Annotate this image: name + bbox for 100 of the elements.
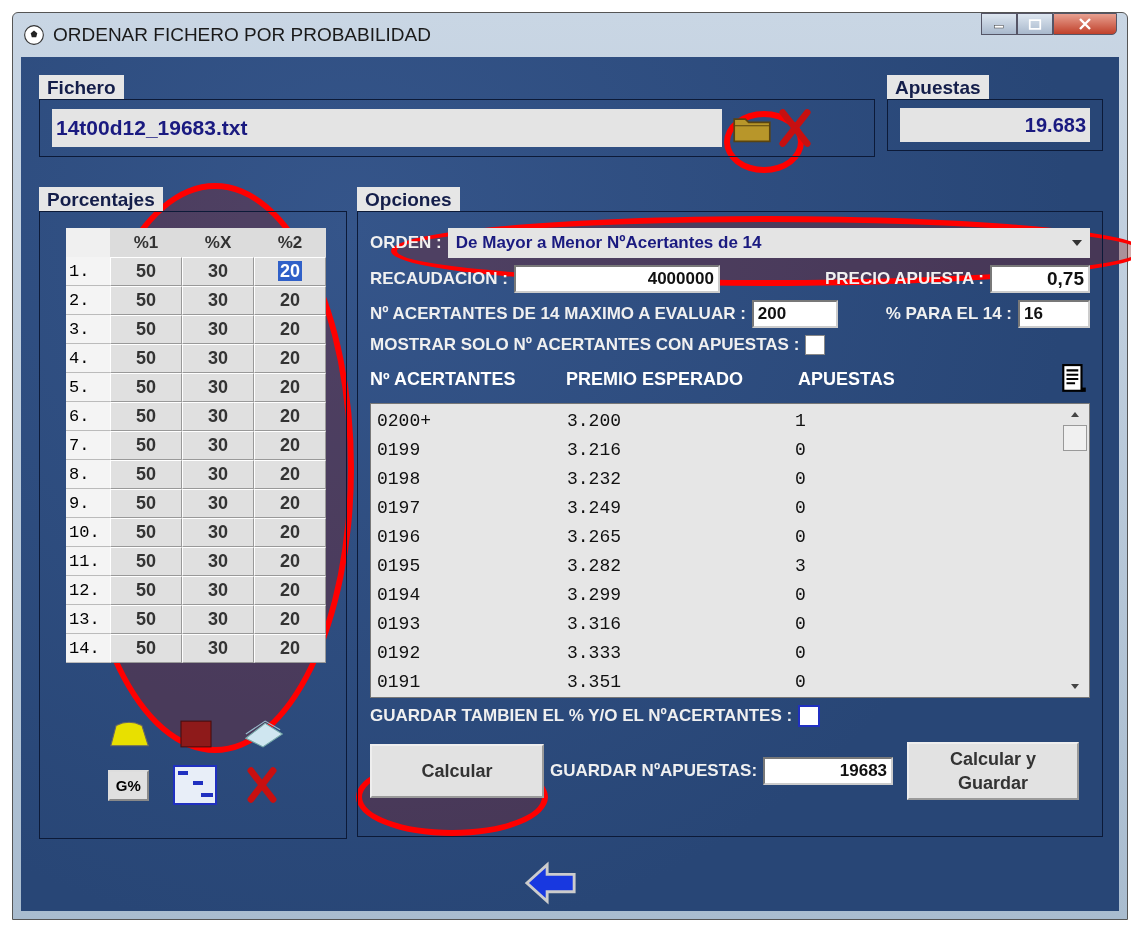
file-field[interactable]: 14t00d12_19683.txt — [52, 109, 722, 147]
table-cell[interactable]: 30 — [182, 547, 254, 576]
list-cell: 0 — [795, 497, 806, 518]
document-icon[interactable] — [1062, 364, 1086, 394]
table-cell[interactable]: 30 — [182, 431, 254, 460]
table-cell[interactable]: 20 — [254, 489, 326, 518]
table-cell[interactable]: 20 — [254, 286, 326, 315]
column-header: %1 — [110, 228, 182, 257]
list-cell: 0 — [795, 526, 806, 547]
field-label: GUARDAR NºAPUESTAS: — [550, 761, 758, 781]
table-cell[interactable]: 20 — [254, 634, 326, 663]
column-header: PREMIO ESPERADO — [566, 368, 745, 390]
bets-count-field: 19.683 — [900, 108, 1090, 142]
g-percent-button[interactable]: G% — [107, 769, 149, 801]
calculate-save-button[interactable]: Calcular y Guardar — [907, 742, 1080, 800]
save-bets-field[interactable]: 19683 — [763, 757, 894, 785]
list-cell: 0 — [795, 468, 806, 489]
list-cell-text: 0195 — [377, 555, 422, 576]
percent-field[interactable]: 16 — [1018, 300, 1090, 328]
table-cell[interactable]: 20 — [254, 431, 326, 460]
table-cell[interactable]: 50 — [110, 518, 182, 547]
group-label: Opciones — [357, 187, 460, 211]
table-cell[interactable]: 50 — [110, 315, 182, 344]
back-arrow-icon[interactable] — [524, 861, 578, 905]
table-cell[interactable]: 50 — [110, 605, 182, 634]
field-label: % PARA EL 14 : — [885, 304, 1012, 324]
column-header: %X — [182, 228, 254, 257]
table-cell[interactable]: 50 — [110, 373, 182, 402]
table-cell[interactable]: 20 — [254, 576, 326, 605]
collection-field[interactable]: 4000000 — [513, 265, 720, 293]
list-cell: 0 — [795, 642, 806, 663]
table-cell[interactable]: 30 — [182, 489, 254, 518]
table-cell[interactable]: 20 — [254, 518, 326, 547]
calculate-button[interactable]: Calcular — [370, 744, 544, 798]
table-cell[interactable]: 30 — [182, 576, 254, 605]
row-number: 9. — [66, 489, 110, 518]
list-cell-text: 0191 — [377, 671, 422, 692]
list-cell-text: 3.249 — [567, 497, 622, 518]
maximize-icon — [1028, 18, 1042, 30]
row-number: 2. — [66, 286, 110, 315]
table-cell[interactable]: 20 — [254, 344, 326, 373]
table-cell[interactable]: 50 — [110, 257, 182, 286]
max-winners-field[interactable]: 200 — [751, 300, 838, 328]
close-button[interactable] — [1053, 13, 1117, 35]
checkbox-label: GUARDAR TAMBIEN EL % Y/O EL NºACERTANTES : — [370, 706, 793, 726]
list-cell: 0 — [795, 671, 806, 692]
field-label: Nº ACERTANTES DE 14 MAXIMO A EVALUAR : — [370, 304, 746, 324]
group-label: Porcentajes — [39, 187, 163, 211]
scroll-down-icon[interactable] — [1071, 684, 1079, 689]
table-cell[interactable]: 30 — [182, 286, 254, 315]
list-cell-text: 3.200 — [567, 410, 622, 431]
list-cell-text: 3.282 — [567, 555, 622, 576]
checkbox[interactable] — [798, 705, 821, 727]
table-cell[interactable]: 30 — [182, 518, 254, 547]
order-dropdown[interactable]: De Mayor a Menor NºAcertantes de 14 — [447, 228, 1090, 258]
table-cell[interactable]: 50 — [110, 489, 182, 518]
close-icon — [1078, 18, 1092, 30]
table-cell[interactable]: 20 — [254, 547, 326, 576]
table-cell[interactable]: 20 — [254, 373, 326, 402]
window-title: ORDENAR FICHERO POR PROBABILIDAD — [53, 24, 432, 46]
table-cell[interactable]: 30 — [182, 605, 254, 634]
table-cell[interactable]: 50 — [110, 431, 182, 460]
checkbox-label: MOSTRAR SOLO Nº ACERTANTES CON APUESTAS : — [370, 335, 800, 355]
table-cell[interactable]: 30 — [182, 373, 254, 402]
table-cell[interactable]: 20 — [254, 605, 326, 634]
table-cell[interactable]: 20 — [254, 460, 326, 489]
checkbox[interactable] — [805, 335, 826, 355]
dome-icon[interactable] — [107, 719, 152, 749]
table-cell[interactable]: 20 — [254, 402, 326, 431]
group-label: Apuestas — [887, 75, 989, 99]
row-number: 8. — [66, 460, 110, 489]
scroll-thumb[interactable] — [1063, 425, 1087, 451]
table-cell[interactable]: 50 — [110, 547, 182, 576]
list-cell-text: 3.232 — [567, 468, 622, 489]
list-cell-text: 0199 — [377, 439, 422, 460]
row-number: 5. — [66, 373, 110, 402]
table-cell[interactable]: 50 — [110, 344, 182, 373]
scroll-up-icon[interactable] — [1071, 412, 1079, 417]
list-cell-text: 0194 — [377, 584, 422, 605]
list-cell-text: 0193 — [377, 613, 422, 634]
table-cell[interactable]: 30 — [182, 634, 254, 663]
table-cell[interactable]: 50 — [110, 286, 182, 315]
table-cell[interactable]: 20 — [254, 257, 326, 286]
table-cell[interactable]: 50 — [110, 576, 182, 605]
table-cell[interactable]: 30 — [182, 257, 254, 286]
table-cell[interactable]: 20 — [254, 315, 326, 344]
table-cell[interactable]: 50 — [110, 402, 182, 431]
list-cell: 0 — [795, 613, 806, 634]
price-field[interactable]: 0,75 — [990, 265, 1090, 293]
list-cell-text: 3.265 — [567, 526, 622, 547]
maximize-button[interactable] — [1017, 13, 1053, 35]
list-cell-text: 0197 — [377, 497, 422, 518]
table-cell[interactable]: 30 — [182, 402, 254, 431]
table-cell[interactable]: 30 — [182, 460, 254, 489]
table-cell[interactable]: 50 — [110, 634, 182, 663]
table-cell[interactable]: 30 — [182, 315, 254, 344]
minimize-button[interactable] — [981, 13, 1017, 35]
row-number: 10. — [66, 518, 110, 547]
table-cell[interactable]: 50 — [110, 460, 182, 489]
table-cell[interactable]: 30 — [182, 344, 254, 373]
